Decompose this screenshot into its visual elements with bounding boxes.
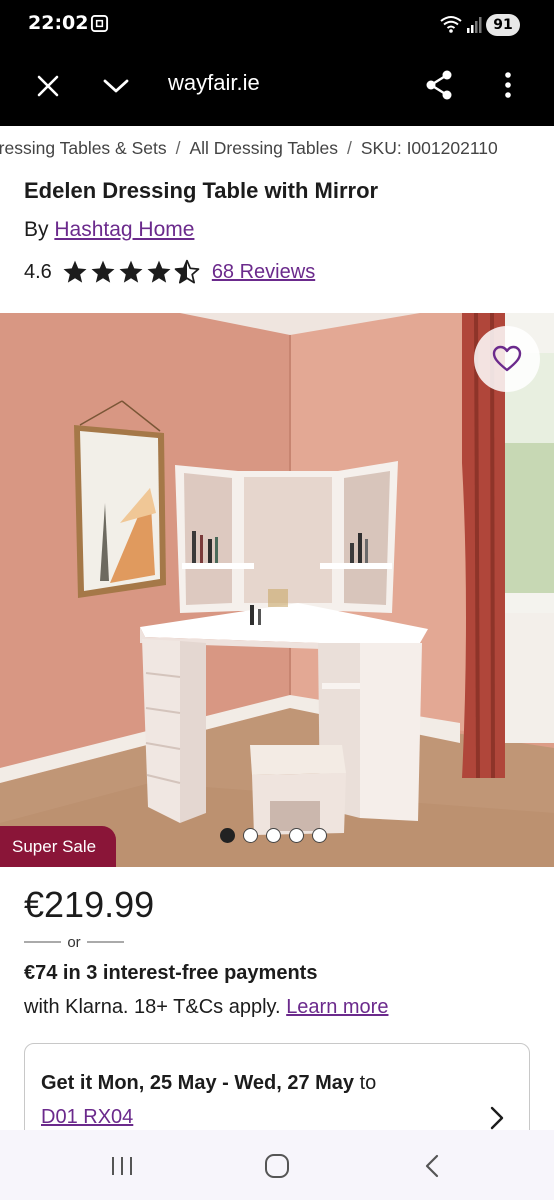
star-half-icon	[174, 259, 200, 284]
breadcrumb-item-dressing-tables-sets[interactable]: Dressing Tables & Sets	[0, 138, 167, 158]
wifi-icon	[440, 16, 462, 33]
klarna-terms-text: with Klarna. 18+ T&Cs apply.	[24, 996, 281, 1018]
learn-more-link[interactable]: Learn more	[286, 996, 388, 1018]
screenshot-icon	[90, 14, 109, 33]
status-bar: 22:02 91	[0, 0, 554, 50]
postcode-link[interactable]: D01 RX04	[41, 1106, 133, 1129]
chevron-down-icon	[103, 79, 129, 93]
browser-toolbar: wayfair.ie	[0, 50, 554, 126]
close-icon	[37, 75, 59, 97]
star-full-icon	[63, 260, 87, 283]
heart-icon	[492, 345, 522, 372]
brand-line: By Hashtag Home	[24, 218, 194, 242]
more-vert-icon	[505, 72, 511, 98]
price: €219.99	[24, 884, 155, 925]
breadcrumb: Dressing Tables & Sets / All Dressing Tabl…	[0, 138, 554, 162]
home-icon	[265, 1154, 289, 1178]
star-full-icon	[147, 260, 171, 283]
product-title: Edelen Dressing Table with Mirror	[24, 178, 379, 203]
dressing-table-photo	[0, 313, 554, 867]
close-button[interactable]	[28, 66, 68, 106]
back-icon	[425, 1154, 439, 1178]
reviews-link[interactable]: 68 Reviews	[212, 261, 315, 284]
battery-icon: 91	[486, 14, 520, 36]
home-button[interactable]	[257, 1150, 297, 1182]
carousel-dot-3[interactable]	[266, 828, 281, 843]
breadcrumb-item-sku: SKU: I001202110	[360, 138, 498, 158]
page-menu-button[interactable]	[96, 66, 136, 106]
divider-line	[24, 941, 62, 943]
delivery-dates: Get it Mon, 25 May - Wed, 27 May	[41, 1072, 355, 1094]
breadcrumb-item-all-dressing-tables[interactable]: All Dressing Tables	[189, 138, 338, 158]
product-image[interactable]	[0, 313, 554, 867]
carousel-dot-2[interactable]	[243, 828, 258, 843]
brand-prefix: By	[24, 218, 49, 241]
divider-line	[86, 941, 124, 943]
url-text[interactable]: wayfair.ie	[168, 70, 260, 96]
delivery-to: to	[359, 1072, 377, 1094]
star-full-icon	[91, 260, 115, 283]
back-button[interactable]	[412, 1150, 452, 1182]
breadcrumb-separator: /	[346, 138, 352, 158]
chevron-right-icon	[490, 1106, 504, 1130]
star-rating	[62, 259, 200, 285]
status-time: 22:02	[28, 12, 89, 34]
brand-link[interactable]: Hashtag Home	[54, 218, 194, 241]
navigation-bar	[0, 1130, 554, 1200]
share-icon	[426, 70, 452, 100]
delivery-estimate: Get it Mon, 25 May - Wed, 27 May to	[41, 1072, 376, 1095]
image-carousel-dots	[220, 828, 327, 843]
rating-row: 4.6 68 Reviews	[24, 258, 315, 286]
klarna-payments: €74 in 3 interest-free payments	[24, 962, 318, 984]
share-button[interactable]	[418, 64, 460, 106]
star-full-icon	[119, 260, 143, 283]
signal-icon	[467, 17, 482, 33]
breadcrumb-separator: /	[175, 138, 181, 158]
carousel-dot-5[interactable]	[312, 828, 327, 843]
or-divider: or	[24, 932, 124, 952]
carousel-dot-4[interactable]	[289, 828, 304, 843]
recent-apps-icon	[112, 1157, 132, 1175]
or-text: or	[67, 933, 81, 951]
recent-apps-button[interactable]	[102, 1150, 142, 1182]
sale-badge: Super Sale	[0, 826, 116, 867]
carousel-dot-1[interactable]	[220, 828, 235, 843]
more-options-button[interactable]	[490, 64, 526, 106]
klarna-terms: with Klarna. 18+ T&Cs apply. Learn more	[24, 996, 388, 1019]
favorite-button[interactable]	[474, 326, 540, 392]
rating-value: 4.6	[24, 260, 52, 283]
